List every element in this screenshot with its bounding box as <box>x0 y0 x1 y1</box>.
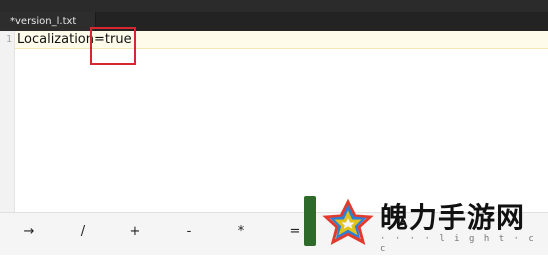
annotation-highlight-box <box>90 27 136 65</box>
key-asterisk[interactable]: * <box>226 224 256 239</box>
line-number-gutter: 1 <box>0 31 15 212</box>
tab-strip: *version_l.txt <box>0 12 548 31</box>
watermark-logo-icon <box>304 196 374 246</box>
text-editor[interactable]: 1 Localization=true <box>0 31 548 212</box>
key-slash[interactable]: / <box>68 224 98 239</box>
watermark-subtitle: · · · · l i g h t · c c <box>380 234 536 254</box>
key-arrow-right[interactable]: → <box>14 224 44 239</box>
file-tab-label: *version_l.txt <box>10 16 77 27</box>
key-minus[interactable]: - <box>174 224 204 239</box>
watermark: 魄力手游网 · · · · l i g h t · c c <box>300 190 548 254</box>
file-tab[interactable]: *version_l.txt <box>0 12 96 31</box>
line-number: 1 <box>5 34 12 45</box>
window-top-bar <box>0 0 548 12</box>
watermark-title: 魄力手游网 <box>380 201 526 234</box>
key-plus[interactable]: + <box>120 224 150 239</box>
